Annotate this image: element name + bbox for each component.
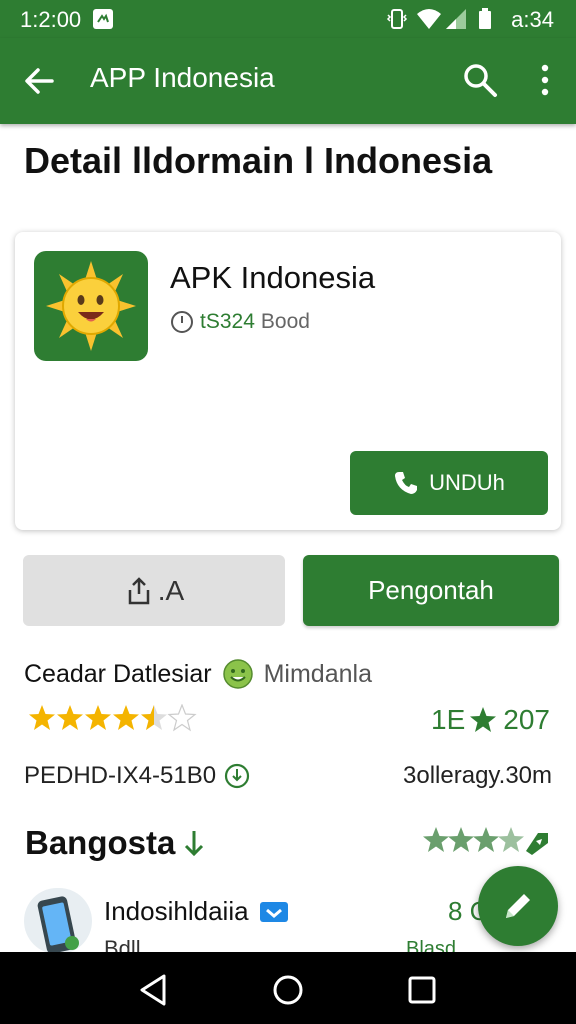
download-info-icon [224,763,250,789]
installs-text: 3olleragy.30m [403,762,552,789]
vibrate-icon [386,9,408,29]
developer-name: Ceadar Datlesiar [24,659,212,688]
share-button[interactable]: .A [23,555,285,626]
star-rating-icon [29,704,196,731]
back-arrow-icon[interactable] [22,64,56,98]
more-vert-icon[interactable] [532,62,558,98]
version-text: PEDHD-IX4-51B0 [24,762,217,789]
section-stars [422,826,552,856]
developer-emoji-icon [222,659,253,689]
developer-category: Mimdanla [263,659,372,688]
notification-icon [93,9,113,29]
app-meta: tS324 Bood [170,310,310,334]
nav-recents-icon[interactable] [402,970,442,1010]
verified-badge-icon [259,901,288,922]
battery-icon [479,8,491,29]
version-row: PEDHD-IX4-51B0 [24,762,250,790]
star-icon [470,707,497,732]
section-star-rating-icon [423,827,548,855]
section-title: Bangosta [25,824,205,862]
search-icon[interactable] [462,62,498,98]
section-title-text: Bangosta [25,824,176,861]
primary-action-button[interactable]: Pengontah [303,555,559,626]
pencil-icon [506,894,530,918]
share-icon [128,576,150,604]
install-button[interactable]: UNDUh [350,451,548,515]
status-clock: a:34 [511,7,554,32]
app-name: APK Indonesia [170,260,376,295]
app-bar-title: APP Indonesia [90,62,275,93]
wifi-icon [417,9,441,29]
system-nav-bar [0,952,576,1024]
app-size: Bood [260,310,310,333]
signal-icon [446,9,466,29]
page-title: Detail lldormain l Indonesia [24,140,493,181]
status-bar: 1:2:00 a:34 [0,0,576,38]
edit-fab-button[interactable] [478,866,558,946]
phone-device-icon [37,896,79,954]
clock-icon [171,311,193,333]
rating-left: 1E [431,704,466,735]
install-label: UNDUh [429,470,505,495]
app-card: APK Indonesia tS324 Bood UNDUh [15,232,561,530]
app-price: tS324 [200,310,255,333]
rating-summary: 1E 207 [431,704,550,736]
list-item[interactable]: Indosihldaiia 8 C Bdll... Blasd... [24,888,544,961]
phone-icon [395,472,418,494]
developer-row: Ceadar Datlesiar Mimdanla [24,658,372,690]
list-item-name-text: Indosihldaiia [104,896,249,926]
rating-stars [28,704,203,734]
sun-smiley-icon [46,261,136,351]
status-time: 1:2:00 [20,7,82,32]
app-bar: APP Indonesia [0,38,576,124]
list-item-name: Indosihldaiia [104,896,289,927]
app-icon [34,251,148,361]
rating-count: 207 [503,704,550,735]
nav-back-icon[interactable] [134,970,174,1010]
share-label: .A [157,574,185,606]
list-item-icon [24,888,92,954]
arrow-down-icon [185,831,204,857]
nav-home-icon[interactable] [268,970,308,1010]
